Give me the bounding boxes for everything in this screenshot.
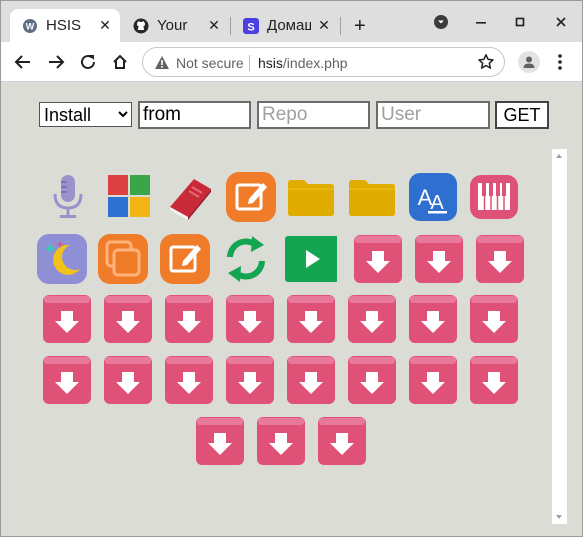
download-app-icon[interactable] xyxy=(285,293,337,345)
download-app-icon[interactable] xyxy=(346,293,398,345)
download-app-icon[interactable] xyxy=(163,293,215,345)
action-select[interactable]: Install xyxy=(39,102,132,127)
tab-title: Your R xyxy=(157,17,191,34)
refresh-app-icon[interactable] xyxy=(220,233,272,285)
download-app-icon[interactable] xyxy=(194,415,246,467)
edit-app-icon[interactable] xyxy=(225,171,277,223)
download-app-icon[interactable] xyxy=(468,354,520,406)
github-icon xyxy=(133,18,149,34)
tab-homework[interactable]: S Домаш ✕ xyxy=(231,9,339,42)
download-app-icon[interactable] xyxy=(316,415,368,467)
tab-title: HSIS xyxy=(46,17,82,34)
font-app-icon[interactable]: AA xyxy=(407,171,459,223)
windows-logo-app-icon[interactable] xyxy=(103,171,155,223)
download-app-icon[interactable] xyxy=(352,233,404,285)
edit-app-icon[interactable] xyxy=(159,233,211,285)
minimize-icon[interactable] xyxy=(473,14,489,30)
microphone-app-icon[interactable] xyxy=(42,171,94,223)
download-app-icon[interactable] xyxy=(102,293,154,345)
download-app-icon[interactable] xyxy=(255,415,307,467)
download-app-icon[interactable] xyxy=(102,354,154,406)
browser-window: W HSIS ✕ Your R ✕ S Домаш ✕ + xyxy=(0,0,583,537)
download-app-icon[interactable] xyxy=(163,354,215,406)
tab-title: Домаш xyxy=(267,17,311,34)
download-app-icon[interactable] xyxy=(224,354,276,406)
user-input[interactable] xyxy=(376,101,490,129)
s-favicon-icon: S xyxy=(243,17,259,34)
tab-strip: W HSIS ✕ Your R ✕ S Домаш ✕ + xyxy=(1,1,582,42)
piano-app-icon[interactable] xyxy=(468,171,520,223)
omnibox-divider xyxy=(249,55,250,71)
download-app-icon[interactable] xyxy=(285,354,337,406)
maximize-icon[interactable] xyxy=(512,14,528,30)
reload-icon[interactable] xyxy=(78,52,98,72)
scroll-up-icon[interactable] xyxy=(556,154,562,158)
svg-text:S: S xyxy=(247,21,254,33)
page-content: Install GET AA xyxy=(1,83,582,536)
tab-separator xyxy=(340,17,341,35)
address-bar[interactable]: Not secure hsis/index.php xyxy=(142,47,505,77)
download-app-icon[interactable] xyxy=(346,354,398,406)
copy-app-icon[interactable] xyxy=(97,233,149,285)
download-app-icon[interactable] xyxy=(413,233,465,285)
night-mode-app-icon[interactable] xyxy=(36,233,88,285)
svg-text:W: W xyxy=(26,21,35,31)
tab-search-icon[interactable] xyxy=(433,14,449,30)
download-app-icon[interactable] xyxy=(407,354,459,406)
download-app-icon[interactable] xyxy=(474,233,526,285)
scrollbar[interactable] xyxy=(552,149,567,524)
home-icon[interactable] xyxy=(110,52,130,72)
download-app-icon[interactable] xyxy=(41,354,93,406)
new-tab-button[interactable]: + xyxy=(354,16,366,36)
url-host: hsis xyxy=(258,55,283,71)
kebab-menu-icon[interactable] xyxy=(555,52,565,72)
get-button[interactable]: GET xyxy=(495,101,549,129)
download-app-icon[interactable] xyxy=(224,293,276,345)
download-app-icon[interactable] xyxy=(468,293,520,345)
security-label[interactable]: Not secure xyxy=(176,55,244,71)
close-window-icon[interactable] xyxy=(553,14,569,30)
scroll-down-icon[interactable] xyxy=(556,515,562,519)
download-app-icon[interactable] xyxy=(407,293,459,345)
profile-avatar-icon[interactable] xyxy=(518,51,540,73)
svg-text:A: A xyxy=(430,192,444,214)
from-input[interactable] xyxy=(138,101,251,129)
folder-app-icon[interactable] xyxy=(285,171,337,223)
download-app-icon[interactable] xyxy=(41,293,93,345)
close-tab-icon[interactable]: ✕ xyxy=(207,18,221,32)
warning-icon[interactable] xyxy=(154,55,170,75)
book-app-icon[interactable] xyxy=(164,171,216,223)
forward-arrow-icon[interactable] xyxy=(46,52,66,72)
url-text[interactable]: hsis/index.php xyxy=(258,55,348,71)
browser-toolbar: Not secure hsis/index.php xyxy=(1,42,582,82)
tab-github[interactable]: Your R ✕ xyxy=(121,9,229,42)
close-tab-icon[interactable]: ✕ xyxy=(317,18,331,32)
repo-input[interactable] xyxy=(257,101,370,129)
folder-app-icon[interactable] xyxy=(346,171,398,223)
hsis-favicon-icon: W xyxy=(22,18,38,34)
play-app-icon[interactable] xyxy=(285,233,337,285)
tab-hsis[interactable]: W HSIS ✕ xyxy=(10,9,120,42)
bookmark-star-icon[interactable] xyxy=(477,53,495,76)
close-tab-icon[interactable]: ✕ xyxy=(98,18,112,32)
back-arrow-icon[interactable] xyxy=(13,52,33,72)
url-path: /index.php xyxy=(282,55,348,71)
